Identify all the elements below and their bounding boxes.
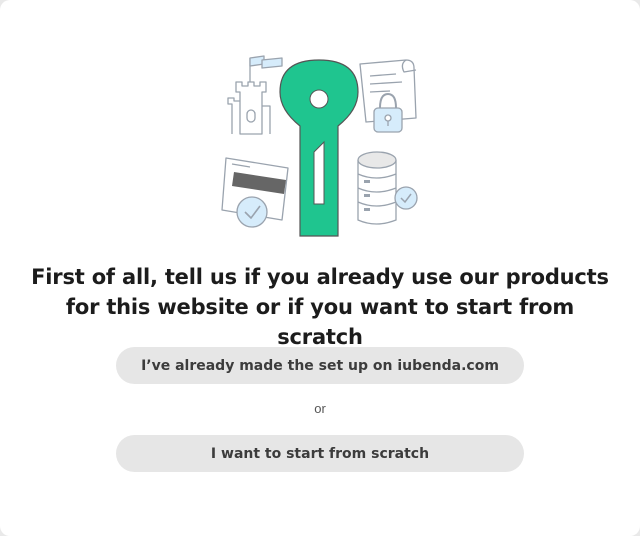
headline-line-1: First of all, tell us if you already use…: [31, 265, 609, 289]
headline: First of all, tell us if you already use…: [20, 262, 620, 352]
browser-window-icon: [221, 157, 289, 228]
castle-icon: [227, 55, 283, 135]
start-from-scratch-button[interactable]: I want to start from scratch: [116, 435, 524, 472]
existing-setup-button[interactable]: I’ve already made the set up on iubenda.…: [116, 347, 524, 384]
keyhole-illustration: [221, 55, 418, 237]
database-icon: [357, 151, 418, 225]
keyhole-icon: [279, 59, 359, 237]
onboarding-dialog: First of all, tell us if you already use…: [0, 0, 640, 536]
or-separator: or: [314, 401, 326, 416]
document-lock-icon: [359, 59, 417, 133]
headline-line-2: for this website or if you want to start…: [65, 295, 575, 349]
